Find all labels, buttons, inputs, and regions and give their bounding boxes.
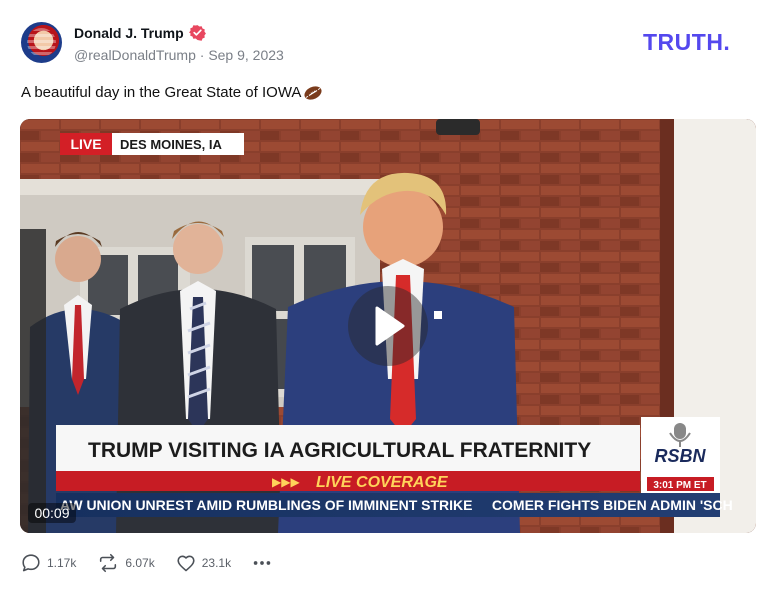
retruth-button[interactable]: 6.07k: [96, 552, 155, 574]
roof-trim: [20, 179, 390, 195]
action-bar: 1.17k 6.07k 23.1k: [20, 552, 293, 574]
like-count: 23.1k: [201, 556, 232, 570]
post-card: Donald J. Trump @realDonaldTrump · Sep 9…: [0, 0, 777, 596]
retruth-icon: [100, 553, 117, 573]
blurred-foreground-left: [20, 229, 46, 533]
broadcast-time: 3:01 PM ET: [653, 480, 706, 491]
network-name: RSBN: [654, 446, 706, 466]
reply-button[interactable]: 1.17k: [20, 552, 76, 574]
truth-logo[interactable]: TRUTH.: [643, 31, 757, 53]
live-badge-text: LIVE: [70, 136, 101, 152]
avatar[interactable]: [21, 22, 62, 63]
network-logo: RSBN 3:01 PM ET: [641, 417, 720, 493]
location-text: DES MOINES, IA: [120, 137, 222, 152]
play-button[interactable]: [348, 286, 428, 366]
author-meta: @realDonaldTrump · Sep 9, 2023: [74, 47, 284, 63]
live-coverage-arrows: ▶▶▶: [272, 475, 300, 489]
post-date[interactable]: Sep 9, 2023: [208, 47, 284, 63]
more-options-icon: [253, 561, 271, 565]
retruth-count: 6.07k: [125, 556, 155, 570]
verified-badge-icon: [188, 25, 206, 41]
heart-icon: [177, 555, 195, 572]
ticker-text: AW UNION UNREST AMID RUMBLINGS OF IMMINE…: [60, 497, 733, 513]
author-name-row: Donald J. Trump: [74, 24, 206, 41]
post-text-content: A beautiful day in the Great State of IO…: [21, 84, 302, 101]
author-handle[interactable]: @realDonaldTrump: [74, 47, 196, 63]
more-options-button[interactable]: [251, 552, 273, 574]
post-text: A beautiful day in the Great State of IO…: [21, 84, 323, 101]
truth-logo-text: TRUTH.: [643, 31, 730, 53]
meta-separator: ·: [199, 47, 205, 63]
reply-count: 1.17k: [47, 556, 77, 570]
author-name[interactable]: Donald J. Trump: [74, 25, 184, 41]
live-location-badge: LIVE DES MOINES, IA: [60, 133, 244, 155]
reply-icon: [22, 554, 40, 572]
wall-lamp: [436, 119, 480, 135]
like-button[interactable]: 23.1k: [175, 552, 231, 574]
video-timestamp: 00:09: [28, 503, 76, 523]
live-coverage-text: LIVE COVERAGE: [316, 474, 449, 491]
lower-third: TRUMP VISITING IA AGRICULTURAL FRATERNIT…: [56, 425, 733, 517]
headline-text: TRUMP VISITING IA AGRICULTURAL FRATERNIT…: [88, 439, 591, 462]
elapsed-time: 00:09: [34, 505, 69, 521]
video-player[interactable]: LIVE DES MOINES, IA TRUMP VISITING IA AG…: [20, 119, 756, 533]
american-football-icon: [304, 85, 322, 100]
